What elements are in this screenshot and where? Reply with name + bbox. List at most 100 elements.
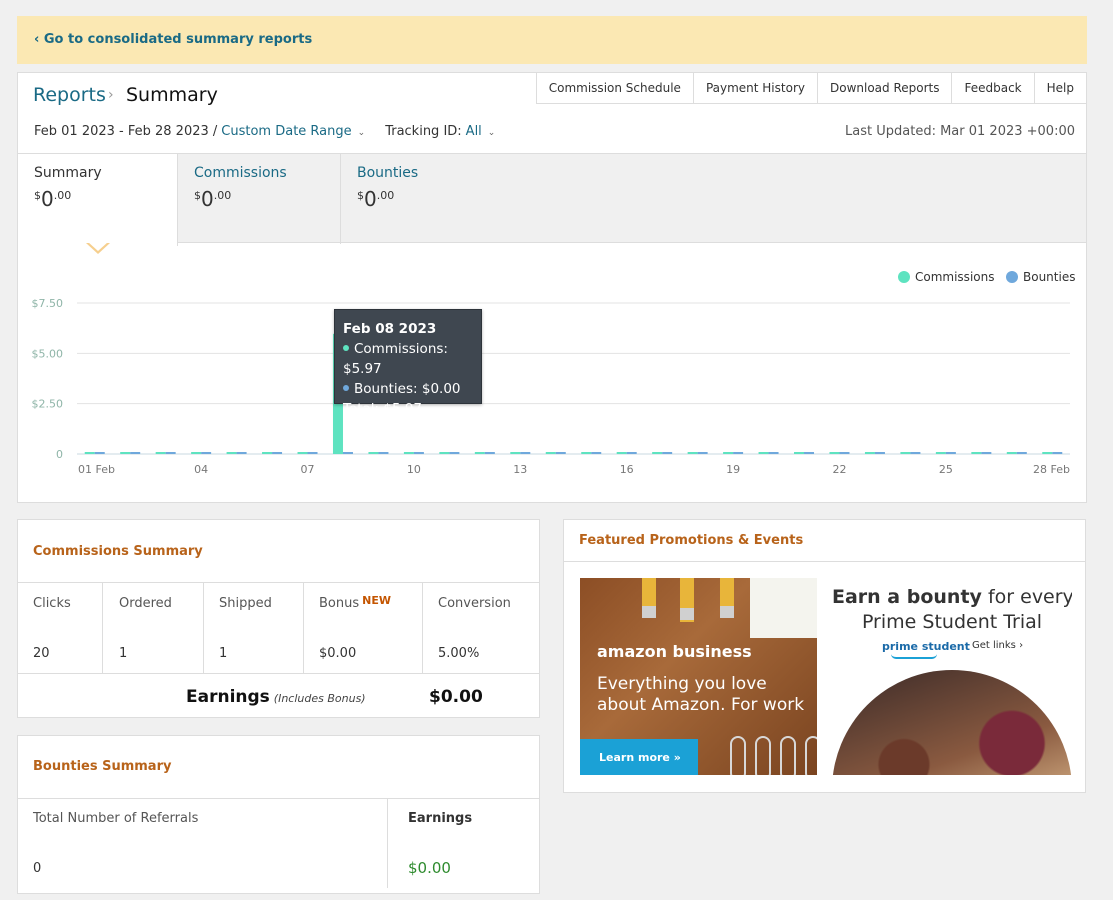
divider xyxy=(18,798,539,799)
divider xyxy=(564,561,1085,562)
legend-commissions-label: Commissions xyxy=(915,270,995,284)
commissions-bar xyxy=(155,452,166,454)
bounties-bar xyxy=(626,452,637,454)
metric-tab-commissions[interactable]: Commissions $0.00 xyxy=(178,154,341,244)
bounties-bar xyxy=(910,452,921,454)
legend-bounties-label: Bounties xyxy=(1023,270,1076,284)
legend-bounties-swatch xyxy=(1006,271,1018,283)
bounty-earnings-value: $0.00 xyxy=(408,859,451,877)
consolidated-reports-link[interactable]: ‹ Go to consolidated summary reports xyxy=(34,32,312,47)
tooltip-commissions: Commissions: $5.97 xyxy=(343,341,448,377)
commissions-bar xyxy=(84,452,95,454)
bounties-bar xyxy=(130,452,141,454)
commissions-bar xyxy=(439,452,450,454)
bounties-bar xyxy=(94,452,105,454)
students-photo xyxy=(832,670,1072,775)
metric-tab-label: Bounties xyxy=(357,165,419,181)
x-tick-label: 10 xyxy=(407,463,421,476)
bounties-bar xyxy=(839,452,850,454)
y-tick-label: $2.50 xyxy=(32,398,64,411)
earnings-label: Earnings (Includes Bonus) xyxy=(186,687,366,707)
col-header-shipped: Shipped xyxy=(219,596,272,611)
commissions-bar xyxy=(226,452,237,454)
tooltip-date: Feb 08 2023 xyxy=(343,321,437,337)
divider xyxy=(203,582,204,673)
tab-commission-schedule[interactable]: Commission Schedule xyxy=(535,72,694,104)
bounties-summary-title: Bounties Summary xyxy=(33,759,172,774)
x-tick-label: 19 xyxy=(726,463,740,476)
metric-tab-summary[interactable]: Summary $0.00 xyxy=(18,154,178,246)
commissions-bar xyxy=(616,452,627,454)
metric-tab-label: Summary xyxy=(34,165,102,181)
date-range-selector[interactable]: Custom Date Range ⌄ xyxy=(221,124,365,139)
get-links-link[interactable]: Get links › xyxy=(972,640,1023,651)
commissions-bar xyxy=(545,452,556,454)
value-bonus: $0.00 xyxy=(319,646,357,661)
y-tick-label: 0 xyxy=(56,448,63,461)
x-tick-label: 16 xyxy=(620,463,634,476)
commissions-bar xyxy=(368,452,379,454)
metric-tab-bounties[interactable]: Bounties $0.00 xyxy=(341,154,501,244)
amazon-business-logo: amazon business xyxy=(597,642,752,661)
col-header-clicks: Clicks xyxy=(33,596,71,611)
x-tick-label: 01 Feb xyxy=(78,463,115,476)
commissions-bar xyxy=(581,452,592,454)
referrals-value: 0 xyxy=(33,861,42,876)
bounties-bar xyxy=(591,452,602,454)
amazon-business-ad[interactable]: amazon business Everything you love abou… xyxy=(580,578,817,775)
commissions-bar xyxy=(900,452,911,454)
tab-help[interactable]: Help xyxy=(1033,72,1087,104)
commissions-bar xyxy=(723,452,734,454)
commissions-bar xyxy=(935,452,946,454)
date-range-text: Feb 01 2023 - Feb 28 2023 / xyxy=(34,124,218,139)
date-range-selector-label: Custom Date Range xyxy=(221,124,352,139)
y-tick-label: $7.50 xyxy=(32,297,64,310)
commissions-bar xyxy=(510,452,521,454)
legend-commissions[interactable]: Commissions xyxy=(898,270,994,284)
divider xyxy=(303,582,304,673)
earnings-chart: Commissions Bounties 0 $2.50 $5.00 $7.50 01 … xyxy=(18,243,1086,501)
col-header-ordered: Ordered xyxy=(119,596,172,611)
col-header-bonus: Bonus NEW xyxy=(319,594,391,611)
commissions-bar xyxy=(403,452,414,454)
commissions-bar xyxy=(652,452,663,454)
referrals-label: Total Number of Referrals xyxy=(33,811,199,826)
metric-amount: $0.00 xyxy=(34,187,72,211)
bounties-bar xyxy=(307,452,318,454)
commissions-bar xyxy=(794,452,805,454)
notepad-graphic xyxy=(750,578,817,638)
page-title: Summary xyxy=(126,84,218,106)
paperclip-graphic xyxy=(730,736,746,775)
commissions-dot-icon xyxy=(343,345,349,351)
legend-commissions-swatch xyxy=(898,271,910,283)
x-tick-label: 28 Feb xyxy=(1033,463,1070,476)
bounties-bar xyxy=(804,452,815,454)
tab-feedback[interactable]: Feedback xyxy=(951,72,1035,104)
tracking-id-selector[interactable]: All ⌄ xyxy=(466,124,496,139)
pencil-band xyxy=(680,608,694,620)
breadcrumb-reports-link[interactable]: Reports xyxy=(33,84,106,106)
learn-more-button[interactable]: Learn more » xyxy=(580,739,698,775)
commissions-bar xyxy=(474,452,485,454)
bounties-bar xyxy=(342,452,353,454)
bounties-bar xyxy=(733,452,744,454)
col-header-conversion: Conversion xyxy=(438,596,511,611)
bounties-bar xyxy=(1016,452,1027,454)
report-main-panel: Reports › Summary Commission Schedule Pa… xyxy=(17,72,1087,503)
promotions-panel: Featured Promotions & Events amazon busi… xyxy=(563,519,1086,793)
y-tick-label: $5.00 xyxy=(32,347,64,360)
tab-payment-history[interactable]: Payment History xyxy=(692,72,818,104)
bounties-bar xyxy=(484,452,495,454)
bounties-bar xyxy=(697,452,708,454)
bounties-bar xyxy=(1052,452,1063,454)
divider xyxy=(102,582,103,673)
bounties-bar xyxy=(165,452,176,454)
legend-bounties[interactable]: Bounties xyxy=(1006,270,1075,284)
ad2-subheadline: Prime Student Trial xyxy=(861,611,1043,633)
ad2-headline: Earn a bounty for every xyxy=(832,586,1072,608)
prime-student-ad[interactable]: Earn a bounty for every Prime Student Tr… xyxy=(832,578,1072,775)
metric-amount: $0.00 xyxy=(194,187,232,211)
bounties-dot-icon xyxy=(343,385,349,391)
tab-download-reports[interactable]: Download Reports xyxy=(816,72,953,104)
pencil-band xyxy=(720,606,734,618)
